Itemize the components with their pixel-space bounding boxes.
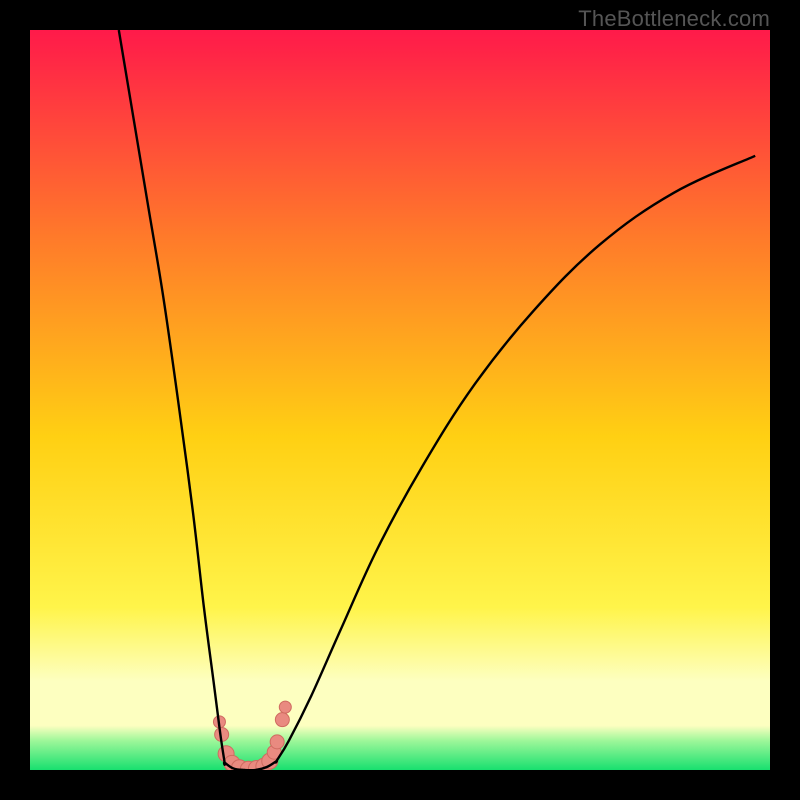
valley-marker bbox=[270, 735, 284, 749]
chart-frame: TheBottleneck.com bbox=[0, 0, 800, 800]
bottleneck-curve bbox=[119, 30, 755, 770]
curve-layer bbox=[30, 30, 770, 770]
plot-area bbox=[30, 30, 770, 770]
watermark-text: TheBottleneck.com bbox=[578, 6, 770, 32]
valley-marker bbox=[279, 701, 291, 713]
valley-marker bbox=[275, 713, 289, 727]
